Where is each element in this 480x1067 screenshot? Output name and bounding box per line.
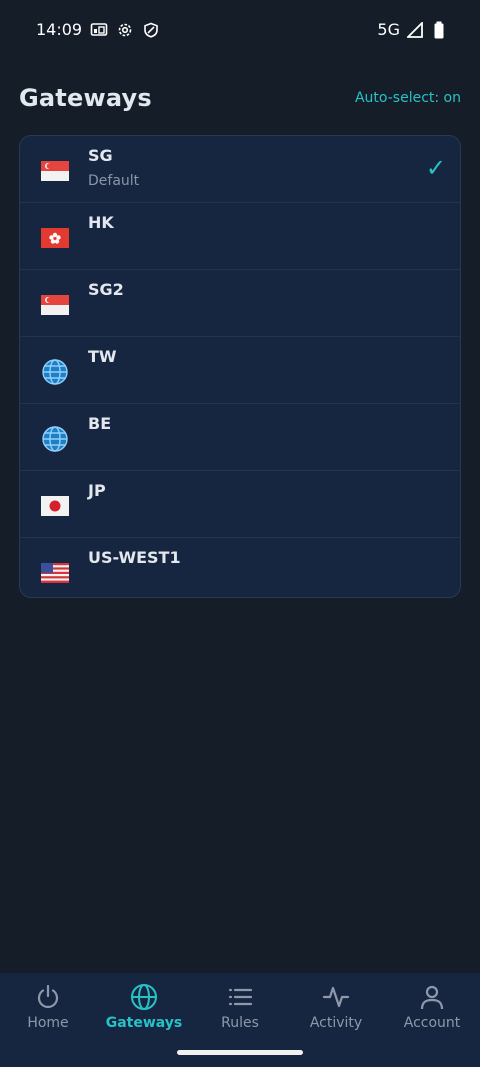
gateway-row-sg2[interactable]: SG2 <box>20 270 460 337</box>
gateway-row-jp[interactable]: JP <box>20 471 460 538</box>
hong-kong-flag-icon <box>40 223 70 253</box>
status-bar: 14:09 5G <box>0 0 480 60</box>
nav-rules[interactable]: Rules <box>192 973 288 1043</box>
gateway-row-be[interactable]: BE <box>20 404 460 471</box>
home-indicator[interactable] <box>177 1050 303 1055</box>
gateway-name: SG <box>88 146 113 165</box>
gateway-row-tw[interactable]: TW <box>20 337 460 404</box>
status-left: 14:09 <box>36 20 160 39</box>
nav-label: Gateways <box>105 1015 183 1031</box>
gateway-subtitle: Default <box>88 173 140 189</box>
gateway-name: SG2 <box>88 280 124 299</box>
nav-activity[interactable]: Activity <box>288 973 384 1043</box>
gateway-list: SG Default ✓ HK SG2 TW BE JP US-WEST1 <box>19 135 461 598</box>
signal-icon <box>406 21 424 39</box>
nav-label: Account <box>403 1015 461 1031</box>
nav-label: Activity <box>309 1015 363 1031</box>
nav-account[interactable]: Account <box>384 973 480 1043</box>
page-title: Gateways <box>19 84 152 112</box>
list-icon <box>228 988 253 1006</box>
shield-icon <box>142 21 160 39</box>
singapore-flag-icon <box>40 156 70 186</box>
status-time: 14:09 <box>36 20 83 39</box>
nav-label: Home <box>27 1015 69 1031</box>
account-icon <box>420 985 444 1010</box>
nav-label: Rules <box>221 1015 259 1031</box>
japan-flag-icon <box>40 491 70 521</box>
network-type: 5G <box>377 20 400 39</box>
cast-icon <box>90 21 108 39</box>
gateway-row-hk[interactable]: HK <box>20 203 460 270</box>
globe-icon <box>40 424 70 454</box>
globe-icon <box>40 357 70 387</box>
status-right: 5G <box>377 20 448 39</box>
activity-icon <box>322 986 350 1008</box>
power-icon <box>37 984 59 1009</box>
usa-flag-icon <box>40 558 70 588</box>
selected-check-icon: ✓ <box>425 154 446 182</box>
singapore-flag-icon <box>40 290 70 320</box>
nav-home[interactable]: Home <box>0 973 96 1043</box>
auto-select-toggle[interactable]: Auto-select: on <box>355 90 461 106</box>
battery-icon <box>430 21 448 39</box>
gateway-name: TW <box>88 347 117 366</box>
settings-icon <box>116 21 134 39</box>
nav-gateways[interactable]: Gateways <box>96 973 192 1043</box>
gateway-name: US-WEST1 <box>88 548 181 567</box>
gateway-row-us-west1[interactable]: US-WEST1 <box>20 538 460 597</box>
page-header: Gateways Auto-select: on <box>19 80 461 116</box>
gateway-name: HK <box>88 213 114 232</box>
gateway-row-sg[interactable]: SG Default ✓ <box>20 136 460 203</box>
gateway-name: JP <box>88 481 106 500</box>
gateway-name: BE <box>88 414 112 433</box>
globe-icon <box>131 984 157 1010</box>
